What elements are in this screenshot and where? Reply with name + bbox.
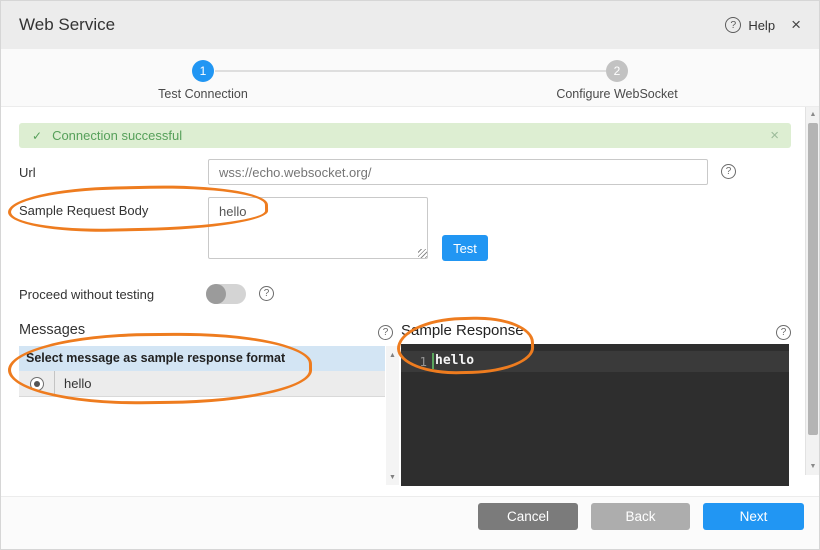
step-connector [215,70,606,72]
help-link[interactable]: Help [748,18,775,33]
check-icon: ✓ [32,129,42,143]
scroll-up-icon[interactable]: ▲ [386,352,399,359]
cancel-button[interactable]: Cancel [478,503,578,530]
proceed-toggle[interactable] [206,284,246,304]
success-banner: ✓ Connection successful × [19,123,791,148]
sample-response-help-icon[interactable]: ? [776,325,791,340]
messages-help-icon[interactable]: ? [378,325,393,340]
proceed-without-testing-label: Proceed without testing [19,287,154,302]
dialog-scrollbar-thumb[interactable] [808,123,818,435]
banner-close-icon[interactable]: × [770,127,779,144]
messages-table: Select message as sample response format… [19,346,385,485]
message-row[interactable]: hello [19,371,385,397]
title-bar: Web Service ? Help × [1,1,819,49]
code-text: hello [435,353,474,368]
wizard-stepper: 1 Test Connection 2 Configure WebSocket [1,49,819,107]
test-button[interactable]: Test [442,235,488,261]
close-icon[interactable]: × [791,15,801,35]
step-2-label: Configure WebSocket [537,87,697,101]
message-radio-button[interactable] [30,377,44,391]
sample-request-body-label: Sample Request Body [19,203,148,218]
footer-bar: Cancel Back Next [1,496,819,549]
web-service-dialog: Web Service ? Help × 1 Test Connection 2… [0,0,820,550]
messages-table-header: Select message as sample response format [19,346,385,371]
url-help-icon[interactable]: ? [721,164,736,179]
scroll-down-icon[interactable]: ▼ [386,474,399,481]
line-number: 1 [411,354,427,369]
editor-caret [432,353,434,369]
url-input[interactable] [208,159,708,185]
page-title: Web Service [19,15,115,35]
dialog-scroll-down-icon[interactable]: ▼ [806,463,820,470]
step-2-circle[interactable]: 2 [606,60,628,82]
next-button[interactable]: Next [703,503,804,530]
resize-grip-icon[interactable] [418,249,427,258]
help-icon[interactable]: ? [725,17,741,33]
messages-label: Messages [19,322,85,338]
dialog-scroll-up-icon[interactable]: ▲ [806,111,820,118]
step-1-label: Test Connection [133,87,273,101]
toggle-knob [206,284,226,304]
step-1-circle[interactable]: 1 [192,60,214,82]
message-radio-cell [19,371,55,396]
sample-request-body-textarea[interactable]: hello [208,197,428,259]
dialog-scrollbar[interactable]: ▲ ▼ [805,107,820,475]
code-editor[interactable]: 1 hello [401,344,789,486]
sample-response-label: Sample Response [401,322,524,339]
message-text: hello [55,371,91,396]
back-button[interactable]: Back [591,503,690,530]
proceed-help-icon[interactable]: ? [259,286,274,301]
banner-text: Connection successful [52,128,182,143]
messages-scrollbar[interactable]: ▲ ▼ [386,346,399,485]
url-label: Url [19,165,36,180]
